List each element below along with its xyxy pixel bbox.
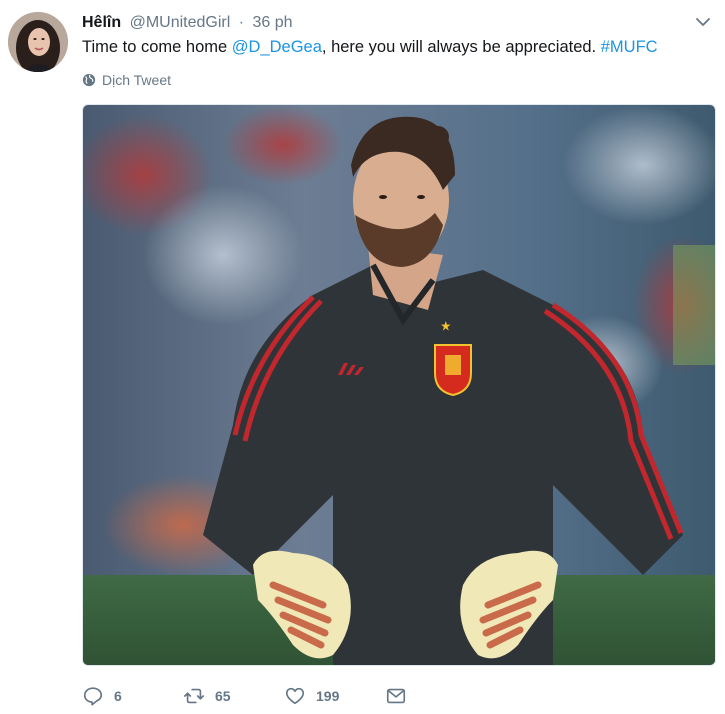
display-name[interactable]: Hêlîn [82,14,121,31]
reply-count: 6 [114,688,122,704]
tweet-media-photo[interactable] [82,104,716,666]
mention-link[interactable]: @D_DeGea [232,38,322,56]
tweet-actions: 6 65 199 [82,682,407,710]
envelope-icon [386,688,406,704]
separator-dot: · [238,14,245,31]
tweet-header: Hêlîn @MUnitedGirl · 36 ph [82,12,705,34]
like-button[interactable]: 199 [284,685,385,707]
retweet-icon [184,688,204,704]
hashtag-link[interactable]: #MUFC [601,38,658,56]
tweet-timestamp[interactable]: 36 ph [253,14,293,31]
retweet-count: 65 [215,688,231,704]
direct-message-button[interactable] [385,685,407,707]
retweet-button[interactable]: 65 [183,685,284,707]
like-count: 199 [316,688,340,704]
translate-tweet-button[interactable]: Dịch Tweet [82,70,171,90]
avatar[interactable] [8,12,68,72]
chevron-down-icon[interactable] [693,12,713,32]
translate-label: Dịch Tweet [102,72,171,88]
goalkeeper-photo [83,105,715,665]
globe-icon [82,73,96,87]
reply-icon [83,687,103,706]
tweet-text: Time to come home @D_DeGea, here you wil… [82,36,705,58]
heart-icon [285,687,305,705]
tweet[interactable]: Hêlîn @MUnitedGirl · 36 ph Time to come … [0,0,725,714]
avatar-image [8,12,68,72]
tweet-text-middle: , here you will always be appreciated. [321,38,601,56]
tweet-text-prefix: Time to come home [82,38,232,56]
user-handle[interactable]: @MUnitedGirl [130,14,231,31]
reply-button[interactable]: 6 [82,685,183,707]
